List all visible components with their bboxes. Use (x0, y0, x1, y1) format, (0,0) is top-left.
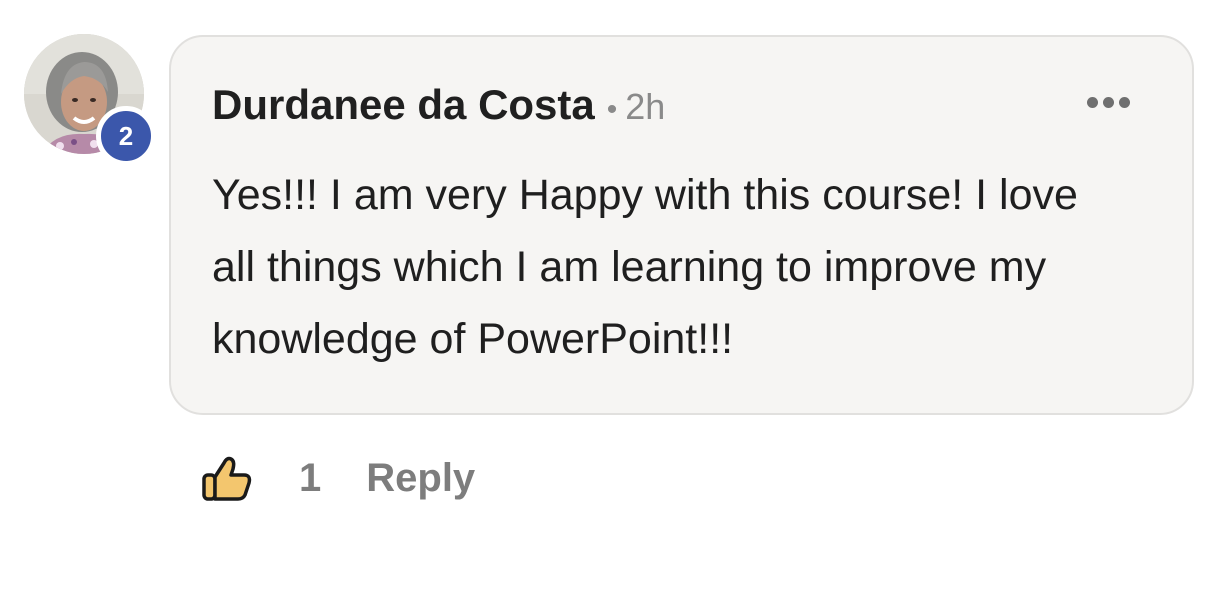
author-name[interactable]: Durdanee da Costa (212, 81, 595, 129)
comment: 2 Durdanee da Costa • 2h Yes!!! I am ver… (0, 0, 1220, 601)
like-count: 1 (299, 455, 322, 500)
comment-bubble: Durdanee da Costa • 2h Yes!!! I am very … (169, 35, 1194, 415)
more-dot (1103, 97, 1114, 108)
avatar-container[interactable]: 2 (24, 34, 158, 168)
more-options-icon[interactable] (1087, 97, 1130, 108)
comment-actions: 1 Reply (200, 448, 475, 508)
more-dot (1119, 97, 1130, 108)
reply-button[interactable]: Reply (366, 456, 475, 501)
separator-dot: • (606, 93, 618, 126)
more-dot (1087, 97, 1098, 108)
comment-header: Durdanee da Costa • 2h (212, 81, 665, 129)
level-badge: 2 (96, 106, 156, 166)
comment-text: Yes!!! I am very Happy with this course!… (212, 171, 1078, 363)
timestamp: 2h (625, 86, 666, 127)
thumbs-up-icon[interactable] (200, 451, 254, 505)
